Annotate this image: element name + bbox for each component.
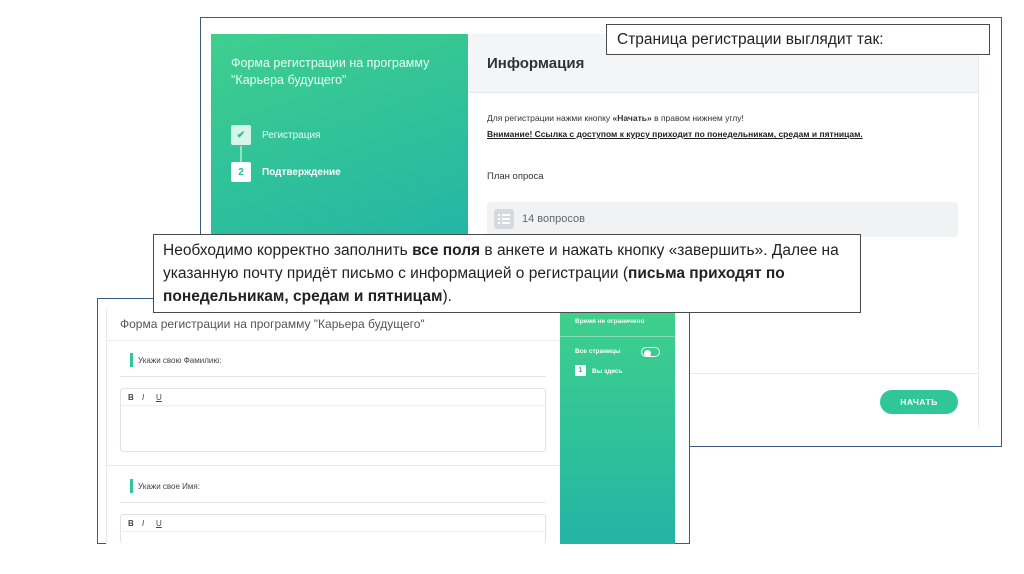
step-number-badge: 2 xyxy=(231,162,251,182)
form-title: Форма регистрации на программу "Карьера … xyxy=(120,317,425,331)
divider xyxy=(120,502,546,503)
question-marker xyxy=(130,479,133,493)
caption-text: Необходимо корректно заполнить xyxy=(163,242,413,259)
info-instruction-suffix: в правом нижнем углу! xyxy=(651,113,744,123)
toggle-knob xyxy=(644,350,651,357)
info-title: Информация xyxy=(487,55,585,72)
page-number-badge[interactable]: 1 xyxy=(575,365,586,376)
caption-top: Страница регистрации выглядит так: xyxy=(606,24,990,55)
divider xyxy=(560,336,675,337)
bold-button[interactable]: B xyxy=(128,393,134,402)
step-completed-check-icon: ✔ xyxy=(231,125,251,145)
you-are-here-label: Вы здесь xyxy=(592,368,623,375)
divider xyxy=(106,465,560,466)
divider xyxy=(120,376,546,377)
list-icon xyxy=(494,209,514,229)
step-confirmation-label: Подтверждение xyxy=(262,167,341,178)
info-instruction-prefix: Для регистрации нажми кнопку xyxy=(487,113,613,123)
underline-button[interactable]: U xyxy=(156,393,162,402)
question-marker xyxy=(130,353,133,367)
editor-toolbar xyxy=(120,514,546,532)
questions-count: 14 вопросов xyxy=(522,213,585,225)
info-warning: Внимание! Ссылка с доступом к курсу прих… xyxy=(487,129,863,139)
form-sidebar xyxy=(560,310,675,544)
info-instruction-bold: «Начать» xyxy=(612,113,652,123)
italic-button[interactable]: I xyxy=(142,519,144,528)
caption-text: ). xyxy=(442,288,452,305)
question-label-surname: Укажи свою Фамилию: xyxy=(138,356,222,365)
italic-button[interactable]: I xyxy=(142,393,144,402)
step-connector xyxy=(240,146,242,162)
underline-button[interactable]: U xyxy=(156,519,162,528)
start-button[interactable]: НАЧАТЬ xyxy=(880,390,958,414)
divider xyxy=(106,340,560,341)
info-instruction: Для регистрации нажми кнопку «Начать» в … xyxy=(487,113,744,123)
question-label-name: Укажи свое Имя: xyxy=(138,482,200,491)
all-pages-label: Все страницы xyxy=(575,348,621,355)
caption-bold-all-fields: все поля xyxy=(412,242,481,259)
panel-border xyxy=(978,34,979,426)
caption-middle: Необходимо корректно заполнить все поля … xyxy=(153,234,861,313)
registration-sidebar-title: Форма регистрации на программу "Карьера … xyxy=(231,56,430,87)
time-limit-label: Время не ограничено xyxy=(575,318,645,325)
survey-plan-label: План опроса xyxy=(487,171,544,182)
editor-toolbar xyxy=(120,388,546,406)
step-registration-label: Регистрация xyxy=(262,130,321,141)
bold-button[interactable]: B xyxy=(128,519,134,528)
